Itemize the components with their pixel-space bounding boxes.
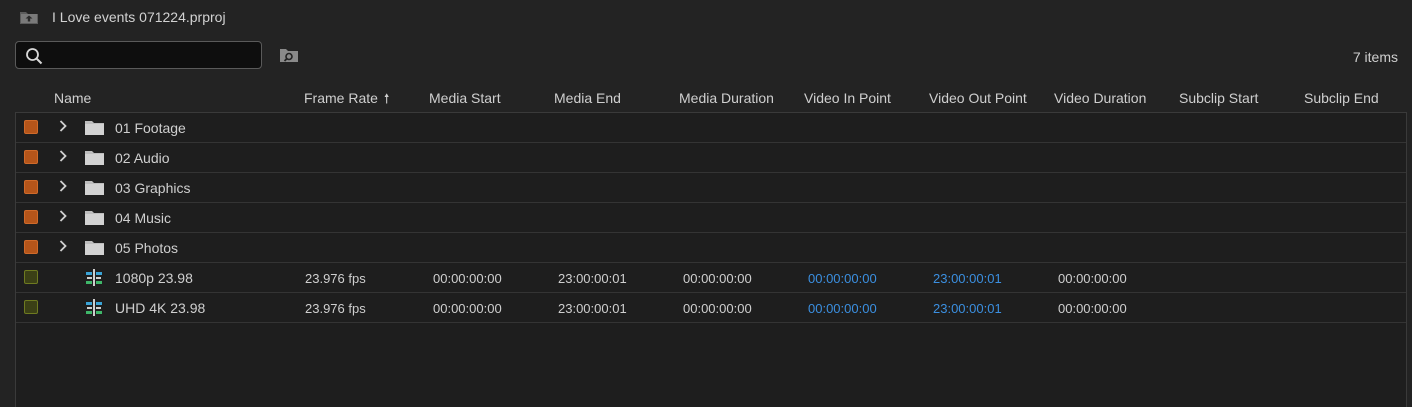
video-out-point-value[interactable]: 23:00:00:01 — [933, 301, 1002, 316]
list-item-folder[interactable]: 05 Photos — [16, 233, 1406, 263]
column-header-subclip-end[interactable]: Subclip End — [1304, 90, 1379, 106]
label-color-swatch[interactable] — [24, 210, 38, 224]
project-folder-icon[interactable] — [19, 9, 39, 25]
search-field[interactable] — [15, 41, 262, 69]
column-header-media-end[interactable]: Media End — [554, 90, 621, 106]
folder-icon — [85, 211, 104, 225]
video-duration-value: 00:00:00:00 — [1058, 271, 1127, 286]
search-input[interactable] — [50, 44, 259, 68]
video-in-point-value[interactable]: 00:00:00:00 — [808, 301, 877, 316]
list-item-folder[interactable]: 03 Graphics — [16, 173, 1406, 203]
label-color-swatch[interactable] — [24, 120, 38, 134]
media-duration-value: 00:00:00:00 — [683, 301, 752, 316]
sequence-icon — [86, 269, 102, 286]
chevron-right-icon[interactable] — [58, 239, 68, 253]
frame-rate-value: 23.976 fps — [305, 271, 366, 286]
folder-icon — [85, 121, 104, 135]
list-item-folder[interactable]: 04 Music — [16, 203, 1406, 233]
item-name[interactable]: 05 Photos — [115, 240, 178, 256]
column-header-frame-rate[interactable]: Frame Rate 🠕 — [304, 90, 390, 112]
chevron-right-icon[interactable] — [58, 149, 68, 163]
label-color-swatch[interactable] — [24, 240, 38, 254]
find-bin-icon[interactable] — [279, 47, 299, 63]
list-item-folder[interactable]: 01 Footage — [16, 113, 1406, 143]
chevron-right-icon[interactable] — [58, 179, 68, 193]
column-header-frame-rate-label: Frame Rate — [304, 90, 378, 106]
folder-icon — [85, 241, 104, 255]
item-name[interactable]: 03 Graphics — [115, 180, 190, 196]
sequence-icon — [86, 299, 102, 316]
media-start-value: 00:00:00:00 — [433, 301, 502, 316]
media-end-value: 23:00:00:01 — [558, 271, 627, 286]
label-color-swatch[interactable] — [24, 300, 38, 314]
chevron-right-icon[interactable] — [58, 209, 68, 223]
video-in-point-value[interactable]: 00:00:00:00 — [808, 271, 877, 286]
folder-icon — [85, 181, 104, 195]
sort-ascending-icon: 🠕 — [383, 91, 390, 106]
column-header-video-in-point[interactable]: Video In Point — [804, 90, 891, 106]
item-name[interactable]: 01 Footage — [115, 120, 186, 136]
column-header-row: Name Frame Rate 🠕 Media Start Media End M… — [0, 84, 1412, 112]
video-out-point-value[interactable]: 23:00:00:01 — [933, 271, 1002, 286]
frame-rate-value: 23.976 fps — [305, 301, 366, 316]
label-color-swatch[interactable] — [24, 180, 38, 194]
column-header-media-duration[interactable]: Media Duration — [679, 90, 774, 106]
column-header-video-duration[interactable]: Video Duration — [1054, 90, 1146, 106]
column-header-subclip-start[interactable]: Subclip Start — [1179, 90, 1258, 106]
media-duration-value: 00:00:00:00 — [683, 271, 752, 286]
search-icon — [26, 48, 43, 65]
label-color-swatch[interactable] — [24, 270, 38, 284]
list-item-folder[interactable]: 02 Audio — [16, 143, 1406, 173]
list-item-sequence[interactable]: 1080p 23.98 23.976 fps 00:00:00:00 23:00… — [16, 263, 1406, 293]
media-start-value: 00:00:00:00 — [433, 271, 502, 286]
label-color-swatch[interactable] — [24, 150, 38, 164]
column-header-media-start[interactable]: Media Start — [429, 90, 501, 106]
list-item-sequence[interactable]: UHD 4K 23.98 23.976 fps 00:00:00:00 23:0… — [16, 293, 1406, 323]
item-name[interactable]: 02 Audio — [115, 150, 170, 166]
video-duration-value: 00:00:00:00 — [1058, 301, 1127, 316]
project-title-bar: I Love events 071224.prproj — [0, 0, 1412, 34]
media-end-value: 23:00:00:01 — [558, 301, 627, 316]
column-header-video-out-point[interactable]: Video Out Point — [929, 90, 1027, 106]
item-name[interactable]: 1080p 23.98 — [115, 270, 193, 286]
item-name[interactable]: UHD 4K 23.98 — [115, 300, 205, 316]
item-count: 7 items — [1352, 49, 1398, 65]
column-header-name[interactable]: Name — [54, 90, 91, 106]
project-title: I Love events 071224.prproj — [52, 9, 226, 25]
chevron-right-icon[interactable] — [58, 119, 68, 133]
folder-icon — [85, 151, 104, 165]
item-name[interactable]: 04 Music — [115, 210, 171, 226]
